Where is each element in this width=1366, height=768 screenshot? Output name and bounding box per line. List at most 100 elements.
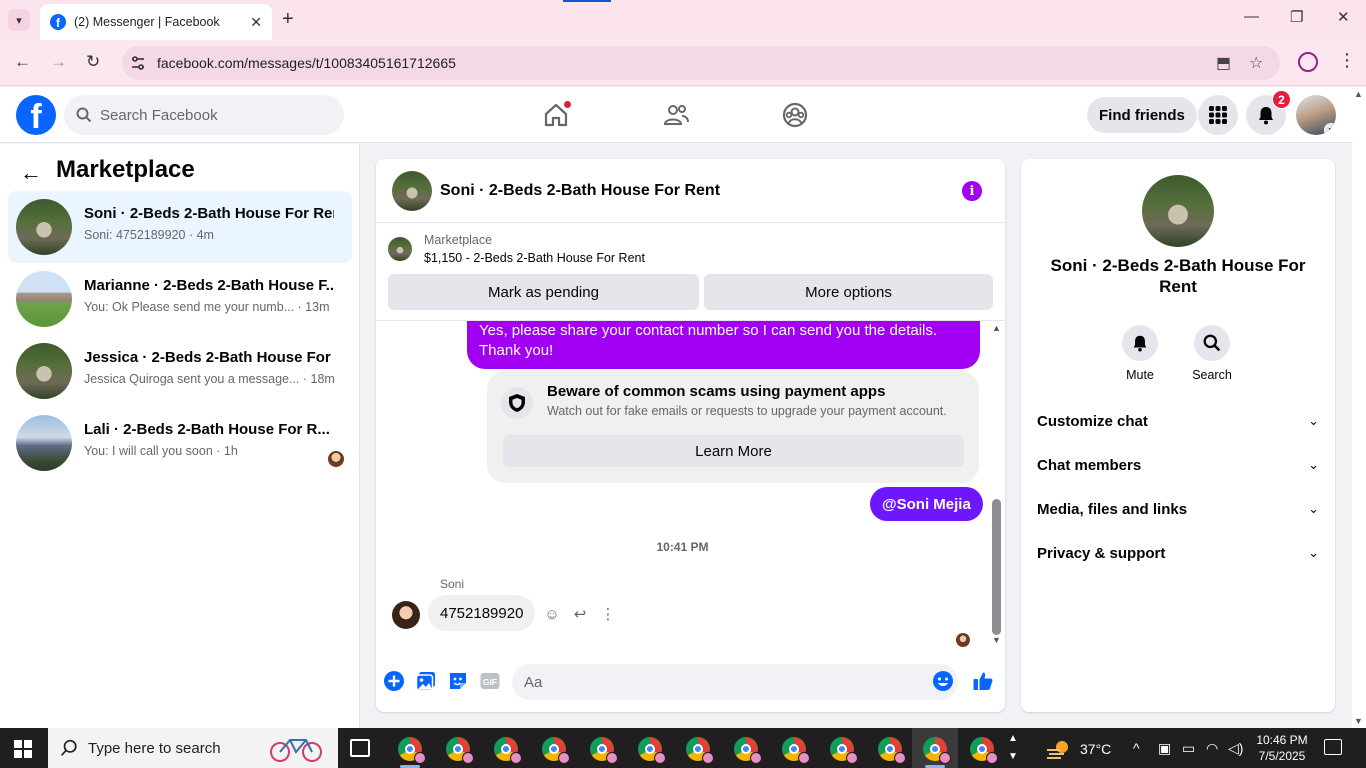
mute-action[interactable]: Mute (1110, 325, 1170, 382)
chrome-taskbar-icon[interactable] (878, 737, 906, 764)
chrome-taskbar-icon[interactable] (734, 737, 762, 764)
minimize-window-icon[interactable]: — (1244, 8, 1259, 25)
browser-tab-messenger[interactable]: f (2) Messenger | Facebook ✕ (40, 4, 272, 40)
section-label: Customize chat (1037, 412, 1148, 430)
account-avatar[interactable]: ▼ (1296, 95, 1336, 135)
chrome-taskbar-icon[interactable] (638, 737, 666, 764)
facebook-logo-icon[interactable]: f (16, 95, 56, 135)
taskbar-scroll-arrows-icon[interactable]: ▲ ▼ (1008, 730, 1018, 766)
chat-title[interactable]: Soni · 2-Beds 2-Bath House For Rent (440, 182, 720, 200)
facebook-search-box[interactable] (64, 95, 344, 135)
task-view-icon[interactable] (350, 739, 370, 757)
conversation-item-soni[interactable]: Soni · 2-Beds 2-Bath House For Rent Soni… (8, 191, 352, 263)
new-tab-icon[interactable]: + (282, 8, 294, 31)
menu-grid-button[interactable] (1198, 95, 1238, 135)
react-emoji-icon[interactable]: ☺ (542, 604, 562, 624)
conversation-item-marianne[interactable]: Marianne · 2-Beds 2-Bath House F... You:… (8, 263, 352, 335)
show-hidden-icons-icon[interactable]: ^ (1133, 740, 1140, 756)
photo-icon[interactable] (415, 670, 437, 692)
friends-icon[interactable] (662, 101, 690, 129)
url-text: facebook.com/messages/t/1008340516171266… (157, 55, 456, 71)
conversation-avatar (16, 343, 72, 399)
browser-profile-icon[interactable] (1298, 52, 1318, 72)
chrome-taskbar-icon[interactable] (446, 737, 474, 764)
wifi-icon[interactable]: ◠ (1206, 740, 1218, 757)
search-icon (61, 739, 77, 756)
find-friends-button[interactable]: Find friends (1087, 97, 1197, 133)
chrome-taskbar-icon[interactable] (590, 737, 618, 764)
chrome-taskbar-icon[interactable] (398, 737, 426, 764)
conversation-name: Soni · 2-Beds 2-Bath House For Rent (84, 205, 334, 222)
chrome-taskbar-icon[interactable] (782, 737, 810, 764)
listing-thumbnail[interactable] (388, 237, 412, 261)
listing-title[interactable]: $1,150 - 2-Beds 2-Bath House For Rent (424, 251, 645, 265)
chrome-taskbar-icon-active[interactable] (923, 737, 951, 764)
chat-avatar[interactable] (392, 171, 432, 211)
message-list: Yes, please share your contact number so… (376, 321, 1005, 651)
battery-icon[interactable]: ▭ (1182, 740, 1195, 757)
outgoing-message-bubble[interactable]: Yes, please share your contact number so… (467, 321, 980, 369)
page-scrollbar[interactable]: ▲ ▼ (1352, 87, 1366, 728)
windows-start-icon[interactable] (14, 740, 32, 758)
address-bar[interactable]: facebook.com/messages/t/1008340516171266… (122, 46, 1280, 80)
emoji-icon[interactable] (932, 670, 954, 692)
mention-message-bubble[interactable]: @Soni Mejia (870, 487, 983, 521)
reload-icon[interactable]: ↻ (86, 52, 100, 72)
plus-circle-icon[interactable] (383, 670, 405, 692)
meet-now-icon[interactable]: ▣ (1158, 740, 1171, 757)
search-icon[interactable] (1194, 325, 1230, 361)
message-input[interactable] (512, 664, 958, 700)
forward-arrow-icon[interactable]: → (50, 52, 67, 72)
chat-members-section[interactable]: Chat members ⌄ (1029, 443, 1327, 487)
like-thumb-icon[interactable] (972, 670, 994, 692)
site-settings-icon[interactable] (130, 55, 146, 71)
message-scrollbar[interactable]: ▲ ▼ (989, 321, 1005, 651)
search-action[interactable]: Search (1182, 325, 1242, 382)
more-actions-icon[interactable]: ⋮ (598, 604, 618, 624)
conversation-avatar-large[interactable] (1142, 175, 1214, 247)
privacy-support-section[interactable]: Privacy & support ⌄ (1029, 531, 1327, 575)
close-window-icon[interactable]: ✕ (1337, 8, 1350, 26)
taskbar-search-box[interactable]: Type here to search (48, 728, 338, 768)
sender-avatar[interactable] (392, 601, 420, 629)
chrome-taskbar-icon[interactable] (542, 737, 570, 764)
conversation-item-jessica[interactable]: Jessica · 2-Beds 2-Bath House For ... Je… (8, 335, 352, 407)
restore-window-icon[interactable]: ❐ (1290, 8, 1303, 26)
media-files-links-section[interactable]: Media, files and links ⌄ (1029, 487, 1327, 531)
browser-menu-icon[interactable]: ⋮ (1338, 50, 1356, 71)
scroll-up-arrow-icon[interactable]: ▲ (992, 323, 1001, 333)
read-receipt-avatar (956, 633, 970, 647)
back-arrow-icon[interactable]: ← (14, 52, 31, 72)
conversation-item-lali[interactable]: Lali · 2-Beds 2-Bath House For R... You:… (8, 407, 352, 479)
sticker-icon[interactable] (447, 670, 469, 692)
chrome-taskbar-icon[interactable] (494, 737, 522, 764)
back-arrow-icon[interactable]: ← (20, 160, 42, 186)
mark-as-pending-button[interactable]: Mark as pending (388, 274, 699, 310)
weather-widget[interactable]: 37°C (1046, 738, 1111, 760)
chrome-taskbar-icon[interactable] (830, 737, 858, 764)
learn-more-button[interactable]: Learn More (503, 435, 964, 467)
install-app-icon[interactable]: ⬒ (1216, 53, 1231, 73)
scroll-down-arrow-icon[interactable]: ▼ (1354, 716, 1363, 726)
chrome-taskbar-icon[interactable] (686, 737, 714, 764)
incoming-message-bubble[interactable]: 4752189920 (428, 595, 536, 631)
scroll-down-arrow-icon[interactable]: ▼ (992, 635, 1001, 645)
bookmark-star-icon[interactable]: ☆ (1249, 53, 1263, 73)
notification-center-icon[interactable] (1324, 739, 1342, 755)
volume-icon[interactable]: ◁) (1228, 740, 1243, 757)
info-icon[interactable]: i (962, 181, 982, 201)
tab-search-dropdown-icon[interactable]: ▾ (8, 9, 30, 31)
groups-icon[interactable] (781, 101, 809, 129)
taskbar-clock[interactable]: 10:46 PM 7/5/2025 (1254, 732, 1310, 764)
scrollbar-thumb[interactable] (992, 499, 1001, 635)
search-input[interactable] (100, 106, 320, 124)
scroll-up-arrow-icon[interactable]: ▲ (1354, 89, 1363, 99)
chrome-taskbar-icon[interactable] (970, 737, 998, 764)
browser-toolbar: ← → ↻ facebook.com/messages/t/1008340516… (0, 40, 1366, 86)
tab-close-icon[interactable]: ✕ (250, 14, 262, 31)
customize-chat-section[interactable]: Customize chat ⌄ (1029, 399, 1327, 443)
bell-icon[interactable] (1122, 325, 1158, 361)
gif-icon[interactable]: GIF (479, 670, 501, 692)
reply-icon[interactable]: ↩ (570, 604, 590, 624)
more-options-button[interactable]: More options (704, 274, 993, 310)
